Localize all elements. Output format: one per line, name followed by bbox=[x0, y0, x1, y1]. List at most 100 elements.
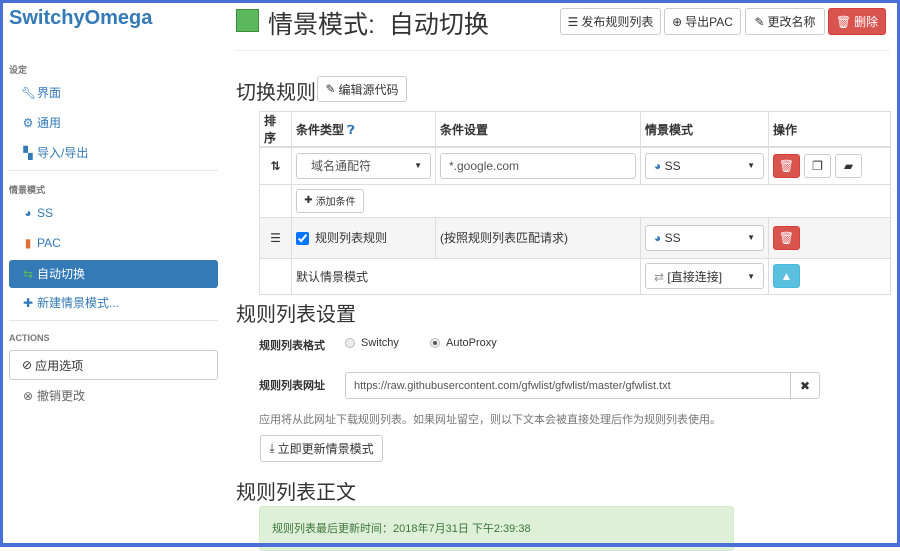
new-profile-label: 新建情景模式... bbox=[37, 296, 120, 310]
delete-rule-button[interactable]: 🗑︎ bbox=[773, 153, 800, 178]
sidebar-item-pac[interactable]: ▮ PAC bbox=[9, 229, 218, 257]
edit-source-button[interactable]: ✎ 编辑源代码 bbox=[317, 76, 407, 102]
condition-type-select[interactable]: 域名通配符 ▼ bbox=[296, 152, 431, 179]
default-profile-select[interactable]: ⇄ [直接连接] ▼ bbox=[645, 263, 764, 289]
radio-icon bbox=[345, 338, 355, 349]
clone-rule-button[interactable]: ❐ bbox=[804, 153, 831, 178]
sort-handle-icon[interactable]: ⇅ bbox=[259, 146, 292, 185]
file-icon: ▮ bbox=[24, 236, 32, 250]
button-label: 立即更新情景模式 bbox=[277, 442, 374, 456]
plus-icon: ✚ bbox=[304, 195, 313, 206]
edit-icon: ✎ bbox=[754, 14, 765, 29]
delete-profile-button[interactable]: 🗑︎ 删除 bbox=[828, 8, 886, 35]
rename-button[interactable]: ✎ 更改名称 bbox=[745, 8, 825, 35]
rule-list-url-input[interactable]: https://raw.githubusercontent.com/gfwlis… bbox=[345, 372, 791, 399]
rule-list-text-heading: 规则列表正文 bbox=[236, 482, 356, 504]
comment-rule-button[interactable]: ▰ bbox=[835, 153, 862, 178]
sidebar-item-ss[interactable]: ◕ SS bbox=[9, 199, 218, 227]
comment-icon: ▰ bbox=[843, 158, 854, 173]
profile-color-swatch[interactable] bbox=[236, 9, 259, 32]
input-value: *.google.com bbox=[449, 158, 520, 173]
divider bbox=[9, 170, 218, 171]
condition-pattern-input[interactable]: *.google.com bbox=[440, 152, 636, 179]
switch-rules-heading: 切换规则 bbox=[236, 82, 316, 104]
move-up-button[interactable]: ▲ bbox=[773, 264, 800, 288]
copy-icon: ❐ bbox=[812, 158, 823, 173]
input-value: https://raw.githubusercontent.com/gfwlis… bbox=[354, 379, 671, 392]
sidebar-item-label: 界面 bbox=[37, 86, 62, 100]
download-circle-icon: ⊕ bbox=[672, 14, 683, 29]
wrench-icon: 🔧︎ bbox=[21, 86, 37, 100]
caret-icon: ▼ bbox=[747, 233, 755, 242]
default-row: 默认情景模式 ⇄ [直接连接] ▼ ▲ bbox=[259, 257, 891, 295]
new-profile-link[interactable]: ✚ 新建情景模式... bbox=[9, 289, 218, 317]
sidebar-item-general[interactable]: ⚙ 通用 bbox=[9, 109, 218, 137]
col-condition-type: 条件类型 ❓︎ bbox=[291, 111, 436, 148]
discard-label: 撤销更改 bbox=[37, 389, 86, 403]
caret-icon: ▼ bbox=[414, 161, 422, 171]
switch-icon: ⇆ bbox=[22, 267, 34, 281]
apply-label: 应用选项 bbox=[35, 358, 84, 373]
format-label: 规则列表格式 bbox=[259, 340, 325, 352]
add-condition-button[interactable]: ✚ 添加条件 bbox=[296, 188, 364, 213]
rule-list-desc: (按照规则列表匹配请求) bbox=[435, 216, 641, 259]
button-label: 删除 bbox=[854, 15, 879, 29]
format-radio-switchy[interactable]: Switchy bbox=[345, 337, 399, 349]
button-label: 导出PAC bbox=[685, 15, 733, 29]
radio-icon bbox=[430, 338, 440, 349]
update-now-button[interactable]: ⤓ 立即更新情景模式 bbox=[260, 435, 383, 462]
export-pac-button[interactable]: ⊕ 导出PAC bbox=[664, 8, 741, 35]
download-icon: ⤓ bbox=[269, 441, 275, 455]
sidebar-item-interface[interactable]: 🔧︎界面 bbox=[9, 79, 218, 107]
list-icon: ☰ bbox=[259, 216, 292, 259]
table-header: 排序 条件类型 ❓︎ 条件设置 情景模式 操作 bbox=[259, 111, 891, 148]
url-label: 规则列表网址 bbox=[259, 380, 325, 392]
trash-icon: 🗑︎ bbox=[835, 14, 852, 29]
clear-url-button[interactable]: ✖ bbox=[790, 372, 820, 399]
profiles-header: 情景模式 bbox=[9, 185, 46, 195]
caret-icon: ▼ bbox=[747, 161, 755, 171]
help-icon[interactable]: ❓︎ bbox=[347, 123, 354, 137]
publish-rule-list-button[interactable]: ☰ 发布规则列表 bbox=[560, 8, 661, 35]
caret-icon: ▼ bbox=[747, 271, 755, 281]
format-radio-autoproxy[interactable]: AutoProxy bbox=[430, 337, 497, 349]
url-help-text: 应用将从此网址下载规则列表。如果网址留空，则以下文本会被直接处理后作为规则列表使… bbox=[259, 414, 721, 426]
page-title: 情景模式: 自动切换 bbox=[268, 11, 489, 39]
button-label: 发布规则列表 bbox=[581, 15, 654, 29]
sidebar-item-label: PAC bbox=[37, 236, 61, 250]
select-value: SS bbox=[664, 230, 681, 245]
globe-icon: ◕ bbox=[24, 206, 32, 220]
x-circle-icon: ⊗ bbox=[22, 389, 34, 403]
floppy-icon: ▚ bbox=[23, 146, 33, 160]
select-value: SS bbox=[664, 158, 681, 173]
plus-icon: ✚ bbox=[22, 296, 34, 310]
rule-list-row: ☰ 规则列表规则 (按照规则列表匹配请求) ◕ SS ▼ 🗑︎ bbox=[259, 216, 891, 259]
divider bbox=[9, 320, 218, 321]
select-value: 域名通配符 bbox=[311, 159, 372, 174]
sidebar-item-label: 自动切换 bbox=[37, 267, 86, 281]
button-label: 更改名称 bbox=[767, 15, 816, 29]
delete-rule-list-button[interactable]: 🗑︎ bbox=[773, 225, 800, 250]
rules-table: 排序 条件类型 ❓︎ 条件设置 情景模式 操作 ⇅ 域名通配符 ▼ *.googl… bbox=[259, 111, 891, 295]
direct-icon: ⇄ bbox=[654, 269, 665, 284]
chevron-up-icon: ▲ bbox=[780, 269, 793, 283]
rule-list-label: 规则列表规则 bbox=[315, 231, 388, 245]
rule-list-checkbox[interactable] bbox=[296, 232, 309, 246]
radio-label: AutoProxy bbox=[446, 337, 497, 349]
col-condition: 条件设置 bbox=[435, 111, 641, 148]
last-updated-text: 规则列表最后更新时间：2018年7月31日 下午2:39:38 bbox=[272, 523, 531, 535]
apply-options-button[interactable]: ⊘ 应用选项 bbox=[9, 350, 218, 380]
sidebar-item-label: 导入/导出 bbox=[37, 146, 89, 160]
rule-list-settings-heading: 规则列表设置 bbox=[236, 304, 356, 326]
rule-list-profile-select[interactable]: ◕ SS ▼ bbox=[645, 224, 764, 251]
sidebar-item-auto-switch[interactable]: ⇆ 自动切换 bbox=[9, 260, 218, 288]
button-label: 添加条件 bbox=[315, 197, 356, 208]
header-divider bbox=[235, 50, 890, 51]
col-profile: 情景模式 bbox=[640, 111, 769, 148]
check-circle-icon: ⊘ bbox=[22, 358, 33, 372]
rule-profile-select[interactable]: ◕ SS ▼ bbox=[645, 152, 764, 179]
button-label: 编辑源代码 bbox=[338, 82, 399, 97]
discard-changes-link[interactable]: ⊗ 撤销更改 bbox=[9, 382, 218, 410]
sidebar-item-import-export[interactable]: ▚ 导入/导出 bbox=[9, 139, 218, 167]
actions-header: ACTIONS bbox=[9, 333, 50, 343]
